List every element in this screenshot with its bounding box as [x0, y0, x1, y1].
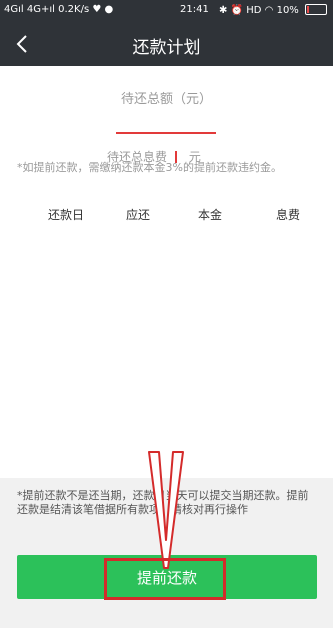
- penalty-notice: *如提前还款，需缴纳还款本金3%的提前还款违约金。: [17, 161, 282, 174]
- bluetooth-icon: ✱: [219, 5, 228, 16]
- battery-percent: 10%: [276, 5, 299, 16]
- status-icons: ✱ ⏰ HD ◠ 10%: [219, 4, 327, 16]
- network-speed: 0.2K/s: [58, 4, 90, 15]
- column-principal: 本金: [197, 208, 222, 222]
- nav-bar: 还款计划: [0, 22, 333, 66]
- alarm-icon: ⏰: [230, 5, 244, 16]
- total-due-label: 待还总额（元）: [120, 92, 212, 107]
- battery-fill: [307, 6, 309, 13]
- network-left-label: 4G: [4, 4, 19, 15]
- prepay-button[interactable]: 提前还款: [17, 555, 317, 599]
- heart-icon: ♥: [92, 4, 102, 15]
- column-interest: 息费: [275, 208, 300, 222]
- bottom-panel: *提前还款不是还当期，还款日当天可以提交当期还款。提前还款是结清该笔借据所有款项…: [0, 478, 333, 628]
- total-due-value-underline: [116, 132, 216, 134]
- prepayment-note: *提前还款不是还当期，还款日当天可以提交当期还款。提前还款是结清该笔借据所有款项…: [17, 489, 309, 516]
- hd-label: HD: [246, 5, 262, 16]
- column-amount-due: 应还: [125, 208, 150, 222]
- battery-icon: [305, 4, 327, 15]
- network-indicator: 4Gıl 4G+ıl 0.2K/s ♥ ●: [4, 4, 113, 15]
- signal-icon: ıl: [18, 4, 24, 15]
- column-repay-date: 还款日: [47, 208, 84, 222]
- status-bar: 4Gıl 4G+ıl 0.2K/s ♥ ● 21:41 ✱ ⏰ HD ◠ 10%: [0, 0, 333, 22]
- signal-icon: ıl: [49, 4, 55, 15]
- wifi-icon: ◠: [264, 5, 274, 16]
- network-right-label: 4G+: [26, 4, 50, 15]
- schedule-table-header: 还款日 应还 本金 息费: [0, 206, 333, 224]
- page-title: 还款计划: [132, 38, 201, 58]
- clock: 21:41: [180, 4, 209, 15]
- chat-icon: ●: [104, 4, 114, 15]
